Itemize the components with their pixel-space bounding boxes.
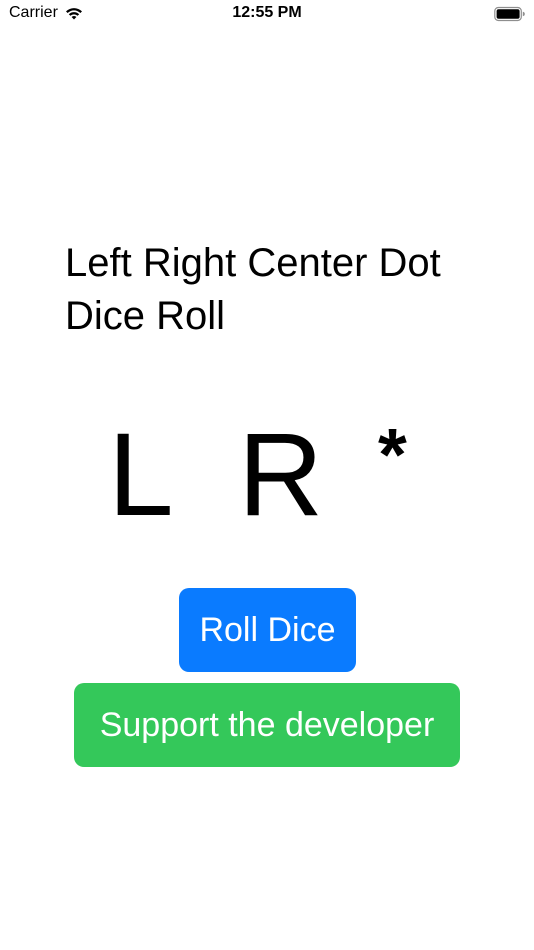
battery-icon [494, 6, 525, 22]
support-developer-button[interactable]: Support the developer [74, 683, 460, 767]
die-result-2: R [238, 409, 324, 541]
status-time: 12:55 PM [232, 4, 302, 21]
die-result-3: * [378, 413, 407, 496]
page-title: Left Right Center Dot Dice Roll [65, 241, 441, 338]
status-bar: Carrier 12:55 PM [0, 0, 534, 28]
app-screen: Carrier 12:55 PM Left Right Center Dot D… [0, 0, 534, 950]
roll-dice-button[interactable]: Roll Dice [179, 588, 356, 672]
die-result-1: L [108, 409, 174, 541]
